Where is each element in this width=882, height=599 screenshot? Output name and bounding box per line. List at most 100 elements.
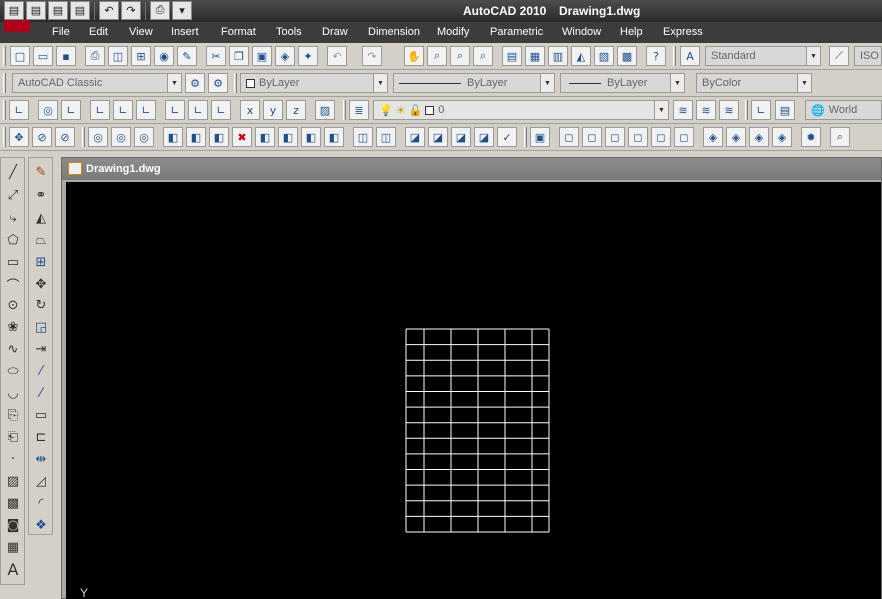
- mirror-icon[interactable]: ◭: [31, 208, 51, 228]
- make-object-layer-current-icon[interactable]: ≋: [673, 100, 693, 120]
- fillet-icon[interactable]: ◜: [31, 493, 51, 513]
- etransmit-icon[interactable]: ✎: [177, 46, 197, 66]
- check-icon[interactable]: ✓: [497, 127, 517, 147]
- multiline-text-icon[interactable]: A: [3, 559, 23, 579]
- plot-icon[interactable]: ⎙: [150, 1, 170, 20]
- toolbar-grip[interactable]: [234, 73, 237, 93]
- menu-view[interactable]: View: [129, 26, 153, 38]
- menu-draw[interactable]: Draw: [322, 26, 348, 38]
- construction-line-icon[interactable]: ⤢: [3, 185, 23, 205]
- stretch-icon[interactable]: ⇥: [31, 339, 51, 359]
- toolbar-grip[interactable]: [82, 127, 85, 147]
- menu-file[interactable]: File: [52, 26, 70, 38]
- paste-icon[interactable]: ▣: [252, 46, 272, 66]
- block-editor-icon[interactable]: ✦: [298, 46, 318, 66]
- copy-faces-icon[interactable]: ◧: [301, 127, 321, 147]
- array-icon[interactable]: ⊞: [31, 252, 51, 272]
- dim-style-icon[interactable]: ⟋: [829, 46, 849, 66]
- toolbar-grip[interactable]: [343, 100, 346, 120]
- move-icon[interactable]: ✥: [31, 274, 51, 294]
- spline-icon[interactable]: ∿: [3, 339, 23, 359]
- revision-cloud-icon[interactable]: ❀: [3, 317, 23, 337]
- nw-iso-icon[interactable]: ◈: [772, 127, 792, 147]
- region-icon[interactable]: ◙: [3, 515, 23, 535]
- subtract-icon[interactable]: ◎: [111, 127, 131, 147]
- my-workspace-icon[interactable]: ⚙: [208, 73, 228, 93]
- make-block-icon[interactable]: ⎗: [3, 427, 23, 447]
- rectangle-icon[interactable]: ▭: [3, 252, 23, 272]
- ucs-3point-icon[interactable]: ∟: [211, 100, 231, 120]
- ucs-ii-icon[interactable]: ∟: [751, 100, 771, 120]
- taper-faces-icon[interactable]: ◧: [278, 127, 298, 147]
- shell-icon[interactable]: ◪: [474, 127, 494, 147]
- rotate-faces-icon[interactable]: ◧: [255, 127, 275, 147]
- front-view-icon[interactable]: ◻: [651, 127, 671, 147]
- saveas-icon[interactable]: ▤: [70, 1, 90, 20]
- zoom-previous-icon[interactable]: ⌕: [473, 46, 493, 66]
- left-view-icon[interactable]: ◻: [605, 127, 625, 147]
- save-icon[interactable]: ▪: [56, 46, 76, 66]
- workspace-dropdown[interactable]: AutoCAD Classic ▼: [12, 73, 182, 93]
- design-center-icon[interactable]: ▦: [525, 46, 545, 66]
- toolbar-grip[interactable]: [3, 127, 6, 147]
- constrained-orbit-icon[interactable]: ✥: [9, 127, 29, 147]
- ucs-icon[interactable]: ∟: [9, 100, 29, 120]
- menu-format[interactable]: Format: [221, 26, 256, 38]
- se-iso-icon[interactable]: ◈: [726, 127, 746, 147]
- gradient-icon[interactable]: ▩: [3, 493, 23, 513]
- scale-icon[interactable]: ◲: [31, 317, 51, 337]
- bottom-view-icon[interactable]: ◻: [582, 127, 602, 147]
- color-edges-icon[interactable]: ◫: [376, 127, 396, 147]
- trim-icon[interactable]: ⁄: [31, 361, 51, 381]
- toolbar-grip[interactable]: [673, 46, 676, 66]
- open-icon[interactable]: ▭: [33, 46, 53, 66]
- hatch-icon[interactable]: ▨: [3, 471, 23, 491]
- workspace-settings-icon[interactable]: ⚙: [185, 73, 205, 93]
- ellipse-arc-icon[interactable]: ◡: [3, 383, 23, 403]
- copy-icon[interactable]: ❐: [229, 46, 249, 66]
- ne-iso-icon[interactable]: ◈: [749, 127, 769, 147]
- move-faces-icon[interactable]: ◧: [186, 127, 206, 147]
- properties-icon[interactable]: ▤: [502, 46, 522, 66]
- layer-previous-icon[interactable]: ≋: [696, 100, 716, 120]
- color-dropdown[interactable]: ByLayer ▼: [240, 73, 388, 93]
- save-icon[interactable]: ▤: [48, 1, 68, 20]
- toolbar-grip[interactable]: [3, 46, 6, 66]
- menu-help[interactable]: Help: [620, 26, 643, 38]
- publish-icon[interactable]: ⊞: [131, 46, 151, 66]
- menu-dimension[interactable]: Dimension: [368, 26, 420, 38]
- camera-icon[interactable]: ✹: [801, 127, 821, 147]
- toolbar-grip[interactable]: [745, 100, 748, 120]
- ucs-previous-icon[interactable]: ∟: [61, 100, 81, 120]
- circle-icon[interactable]: ⊙: [3, 295, 23, 315]
- menu-window[interactable]: Window: [562, 26, 601, 38]
- intersect-icon[interactable]: ◎: [134, 127, 154, 147]
- toolbar-grip[interactable]: [524, 127, 527, 147]
- dim-style-dropdown[interactable]: ISO: [854, 46, 882, 66]
- ellipse-icon[interactable]: ⬭: [3, 361, 23, 381]
- join-icon[interactable]: ⇹: [31, 449, 51, 469]
- text-style-icon[interactable]: A: [680, 46, 700, 66]
- sheet-set-icon[interactable]: ◭: [571, 46, 591, 66]
- text-style-dropdown[interactable]: Standard ▼: [705, 46, 821, 66]
- back-view-icon[interactable]: ◻: [674, 127, 694, 147]
- extrude-faces-icon[interactable]: ◧: [163, 127, 183, 147]
- open-icon[interactable]: ▤: [26, 1, 46, 20]
- zoom-window-icon[interactable]: ⌕: [450, 46, 470, 66]
- markup-icon[interactable]: ▧: [594, 46, 614, 66]
- undo-icon[interactable]: ↶: [327, 46, 347, 66]
- offset-faces-icon[interactable]: ◧: [209, 127, 229, 147]
- model-space-canvas[interactable]: Y: [66, 182, 881, 599]
- toolbar-grip[interactable]: [3, 73, 6, 93]
- free-orbit-icon[interactable]: ⊘: [32, 127, 52, 147]
- break-at-point-icon[interactable]: ▭: [31, 405, 51, 425]
- ucs-face-icon[interactable]: ∟: [90, 100, 110, 120]
- ucs-z-icon[interactable]: z: [286, 100, 306, 120]
- ucs-x-icon[interactable]: x: [240, 100, 260, 120]
- separate-icon[interactable]: ◪: [451, 127, 471, 147]
- application-menu-button[interactable]: [4, 20, 30, 32]
- toolbar-grip[interactable]: [3, 100, 6, 120]
- color-faces-icon[interactable]: ◧: [324, 127, 344, 147]
- layer-dropdown[interactable]: 💡 ☀ 🔓 0 ▼: [373, 100, 669, 120]
- new-icon[interactable]: ▤: [4, 1, 24, 20]
